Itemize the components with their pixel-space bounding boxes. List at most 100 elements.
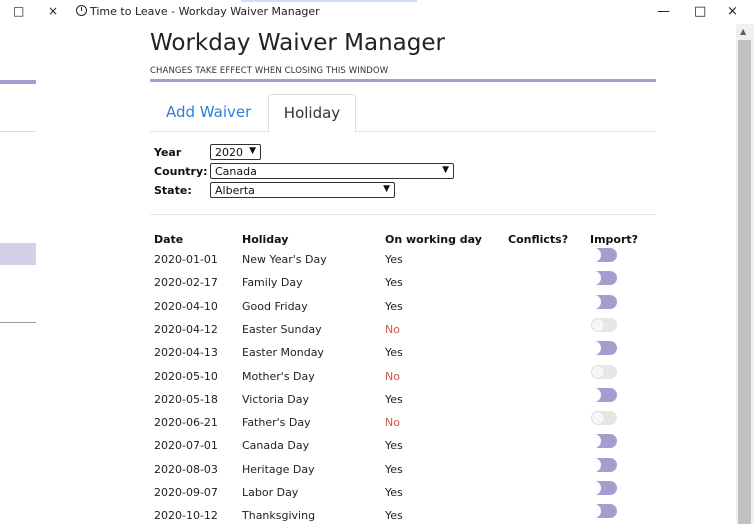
table-row: 2020-02-17 Family Day Yes — [154, 271, 654, 299]
scroll-up-arrow-icon[interactable]: ▲ — [740, 27, 746, 36]
cell-working-day: Yes — [385, 299, 403, 313]
minimize-button[interactable]: — — [657, 4, 670, 19]
cell-date: 2020-05-18 — [154, 392, 218, 406]
cell-working-day: Yes — [385, 253, 403, 266]
cell-holiday: Father's Day — [242, 416, 311, 430]
import-toggle[interactable] — [587, 504, 617, 519]
cell-working-day: Yes — [385, 462, 403, 476]
state-label: State: — [154, 184, 192, 197]
header-date: Date — [154, 233, 184, 246]
cell-holiday: New Year's Day — [242, 253, 327, 266]
form-divider — [150, 214, 656, 215]
state-value: Alberta — [215, 184, 255, 197]
cell-date: 2020-08-03 — [154, 462, 218, 476]
import-toggle[interactable] — [591, 411, 617, 426]
table-row: 2020-04-13 Easter Monday Yes — [154, 341, 654, 369]
restore-icon[interactable]: □ — [13, 4, 24, 18]
chevron-down-icon: ▼ — [383, 184, 390, 194]
window-titlebar: □ × Time to Leave - Workday Waiver Manag… — [0, 0, 754, 24]
cell-date: 2020-04-13 — [154, 346, 218, 360]
import-toggle[interactable] — [587, 387, 617, 402]
scrollbar-thumb[interactable] — [738, 40, 751, 524]
window-title-text: Time to Leave - Workday Waiver Manager — [90, 5, 320, 18]
cell-holiday: Good Friday — [242, 299, 308, 313]
cell-date: 2020-04-12 — [154, 322, 218, 336]
import-toggle[interactable] — [587, 271, 617, 286]
cell-working-day: No — [385, 322, 400, 336]
page-title: Workday Waiver Manager — [150, 30, 445, 56]
cell-date: 2020-07-01 — [154, 439, 218, 453]
header-conflicts: Conflicts? — [508, 233, 569, 246]
title-divider — [150, 79, 656, 82]
year-value: 2020 — [215, 146, 243, 159]
import-toggle[interactable] — [587, 248, 617, 262]
table-row: 2020-04-12 Easter Sunday No — [154, 317, 654, 346]
chevron-down-icon: ▼ — [442, 165, 449, 175]
cell-working-day: Yes — [385, 486, 403, 499]
chevron-down-icon: ▼ — [249, 146, 256, 156]
year-select[interactable]: 2020 ▼ — [210, 144, 261, 160]
table-row: 2020-07-01 Canada Day Yes — [154, 434, 654, 462]
cell-date: 2020-01-01 — [154, 253, 218, 266]
clock-icon — [76, 5, 87, 16]
table-row: 2020-08-03 Heritage Day Yes — [154, 457, 654, 486]
import-toggle[interactable] — [587, 457, 617, 472]
cell-working-day: Yes — [385, 346, 403, 360]
table-row: 2020-05-18 Victoria Day Yes — [154, 387, 654, 416]
cell-date: 2020-10-12 — [154, 509, 218, 523]
cell-working-day: Yes — [385, 439, 403, 453]
cell-holiday: Victoria Day — [242, 392, 309, 406]
header-import: Import? — [590, 233, 639, 246]
cell-holiday: Labor Day — [242, 486, 299, 499]
country-select[interactable]: Canada ▼ — [210, 163, 454, 179]
year-label: Year — [154, 146, 182, 159]
maximize-button[interactable]: □ — [694, 4, 706, 19]
cell-holiday: Thanksgiving — [242, 509, 316, 523]
background-selected-row — [0, 243, 36, 265]
cell-date: 2020-02-17 — [154, 276, 218, 290]
import-toggle[interactable] — [587, 434, 617, 449]
cell-date: 2020-05-10 — [154, 369, 218, 383]
tab-holiday[interactable]: Holiday — [268, 94, 356, 133]
cell-date: 2020-04-10 — [154, 299, 218, 313]
vertical-scrollbar[interactable]: ▲ — [736, 24, 754, 524]
background-divider — [0, 131, 36, 132]
cell-holiday: Canada Day — [242, 439, 310, 453]
table-row: 2020-06-21 Father's Day No — [154, 411, 654, 439]
tab-bar: Add Waiver Holiday — [150, 94, 656, 133]
cell-holiday: Heritage Day — [242, 462, 315, 476]
cell-working-day: No — [385, 369, 400, 383]
cell-holiday: Easter Sunday — [242, 322, 322, 336]
window-title: Time to Leave - Workday Waiver Manager — [76, 5, 320, 18]
table-row: 2020-05-10 Mother's Day No — [154, 364, 654, 393]
background-divider-2 — [0, 322, 36, 323]
cell-working-day: Yes — [385, 509, 403, 523]
table-row: 2020-01-01 New Year's Day Yes — [154, 248, 654, 276]
country-value: Canada — [215, 165, 257, 178]
table-row: 2020-10-12 Thanksgiving Yes — [154, 504, 654, 532]
table-row: 2020-09-07 Labor Day Yes — [154, 481, 654, 509]
import-toggle[interactable] — [587, 481, 617, 495]
import-toggle[interactable] — [587, 341, 617, 356]
table-row: 2020-04-10 Good Friday Yes — [154, 294, 654, 323]
window-close-button[interactable]: × — [727, 4, 738, 19]
page-subtitle: CHANGES TAKE EFFECT WHEN CLOSING THIS WI… — [150, 66, 389, 76]
cell-date: 2020-06-21 — [154, 416, 218, 430]
cell-working-day: Yes — [385, 392, 403, 406]
import-toggle[interactable] — [591, 364, 617, 379]
state-select[interactable]: Alberta ▼ — [210, 182, 395, 198]
cell-working-day: Yes — [385, 276, 403, 290]
cell-working-day: No — [385, 416, 400, 430]
header-holiday: Holiday — [242, 233, 289, 246]
cell-holiday: Mother's Day — [242, 369, 315, 383]
header-working-day: On working day — [385, 233, 482, 246]
import-toggle[interactable] — [587, 294, 617, 309]
background-accent-bar — [0, 80, 36, 84]
tab-add-waiver[interactable]: Add Waiver — [166, 94, 251, 132]
titlebar-accent — [241, 0, 417, 2]
country-label: Country: — [154, 165, 208, 178]
cell-holiday: Easter Monday — [242, 346, 324, 360]
import-toggle[interactable] — [591, 317, 617, 332]
close-icon[interactable]: × — [48, 4, 58, 18]
background-window — [0, 24, 36, 524]
